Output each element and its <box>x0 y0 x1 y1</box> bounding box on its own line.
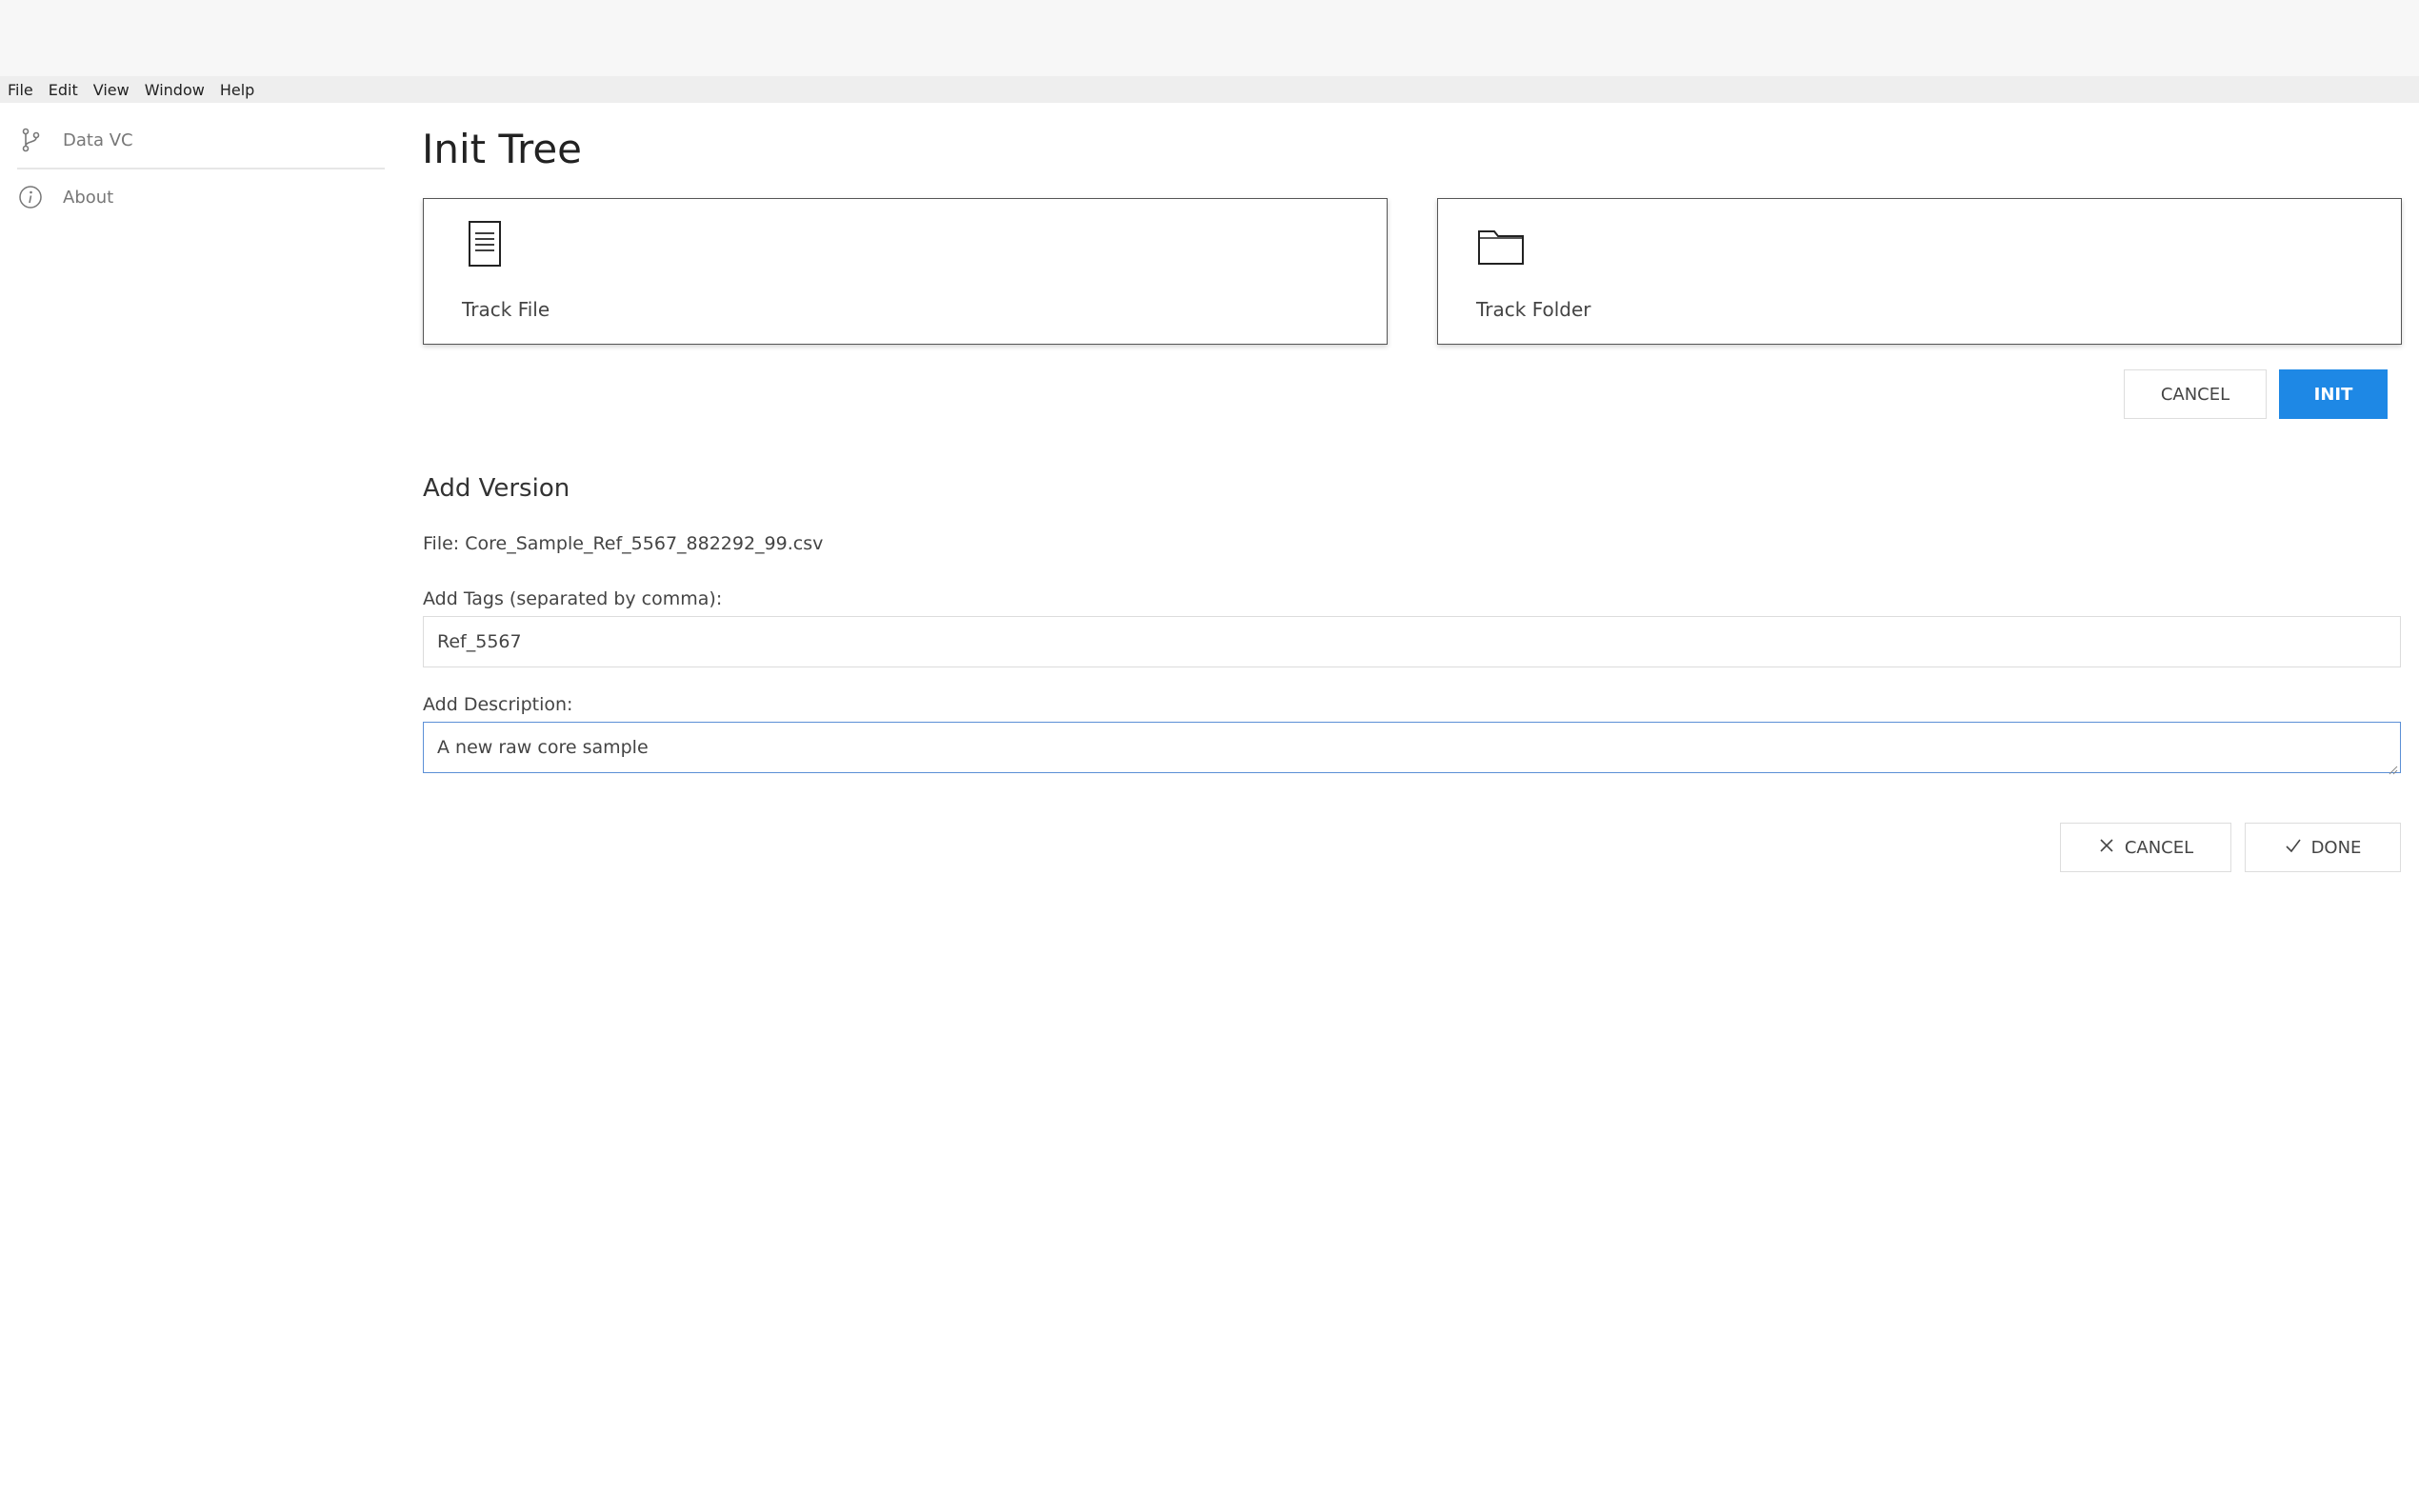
sidebar: Data VC About <box>0 103 390 1512</box>
version-cancel-button[interactable]: CANCEL <box>2060 823 2231 872</box>
sidebar-item-data-vc[interactable]: Data VC <box>17 114 385 166</box>
checkmark-icon <box>2285 837 2302 859</box>
folder-icon <box>1476 220 1524 271</box>
page-title: Init Tree <box>422 126 582 172</box>
description-value: A new raw core sample <box>437 737 649 758</box>
menu-window[interactable]: Window <box>145 81 205 99</box>
main-content: Init Tree Track File Track Folder CANCEL… <box>422 103 2403 1512</box>
close-icon <box>2098 837 2115 859</box>
file-name-text: File: Core_Sample_Ref_5567_882292_99.csv <box>423 533 824 554</box>
menu-edit[interactable]: Edit <box>49 81 78 99</box>
sidebar-item-label: Data VC <box>63 129 133 150</box>
resize-grip-icon[interactable] <box>2387 759 2398 775</box>
track-folder-card[interactable]: Track Folder <box>1437 198 2402 345</box>
menubar: File Edit View Window Help <box>0 76 2419 103</box>
sidebar-item-label: About <box>63 187 114 208</box>
add-version-title: Add Version <box>423 474 570 503</box>
track-file-card[interactable]: Track File <box>423 198 1388 345</box>
menu-view[interactable]: View <box>93 81 130 99</box>
description-textarea[interactable]: A new raw core sample <box>423 722 2401 775</box>
tags-label: Add Tags (separated by comma): <box>423 588 723 609</box>
tags-input[interactable] <box>423 616 2401 667</box>
init-button[interactable]: INIT <box>2279 369 2388 419</box>
init-cancel-button[interactable]: CANCEL <box>2124 369 2267 419</box>
done-label: DONE <box>2310 837 2362 858</box>
sidebar-item-about[interactable]: About <box>17 171 385 223</box>
info-icon <box>17 184 44 210</box>
file-document-icon <box>462 220 510 271</box>
track-file-label: Track File <box>462 298 550 321</box>
sidebar-divider <box>17 168 385 169</box>
version-cancel-label: CANCEL <box>2124 837 2194 858</box>
branch-icon <box>17 127 44 153</box>
track-folder-label: Track Folder <box>1476 298 1591 321</box>
window-titlebar <box>0 0 2419 76</box>
menu-help[interactable]: Help <box>220 81 254 99</box>
description-label: Add Description: <box>423 694 573 715</box>
done-button[interactable]: DONE <box>2245 823 2401 872</box>
menu-file[interactable]: File <box>8 81 33 99</box>
